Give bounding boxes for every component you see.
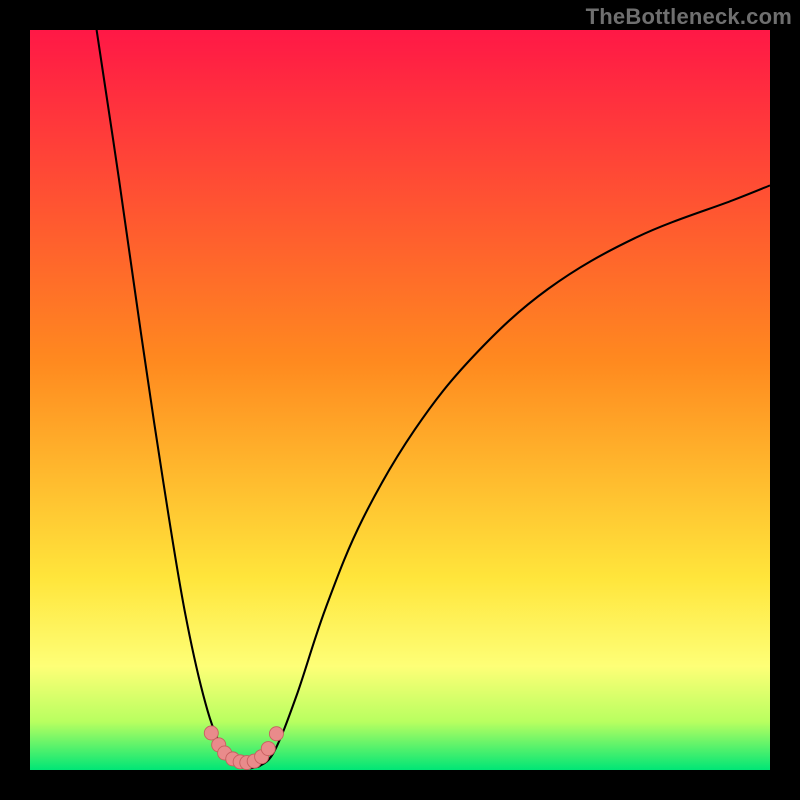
watermark-text: TheBottleneck.com xyxy=(586,4,792,30)
data-marker xyxy=(261,742,275,756)
curve-layer xyxy=(30,30,770,770)
data-marker xyxy=(269,727,283,741)
plot-border xyxy=(30,30,770,770)
plot-area xyxy=(30,30,770,770)
curve-left-branch xyxy=(97,30,238,766)
canvas-frame: TheBottleneck.com xyxy=(0,0,800,800)
curve-right-branch xyxy=(259,185,770,766)
marker-group xyxy=(204,726,283,770)
